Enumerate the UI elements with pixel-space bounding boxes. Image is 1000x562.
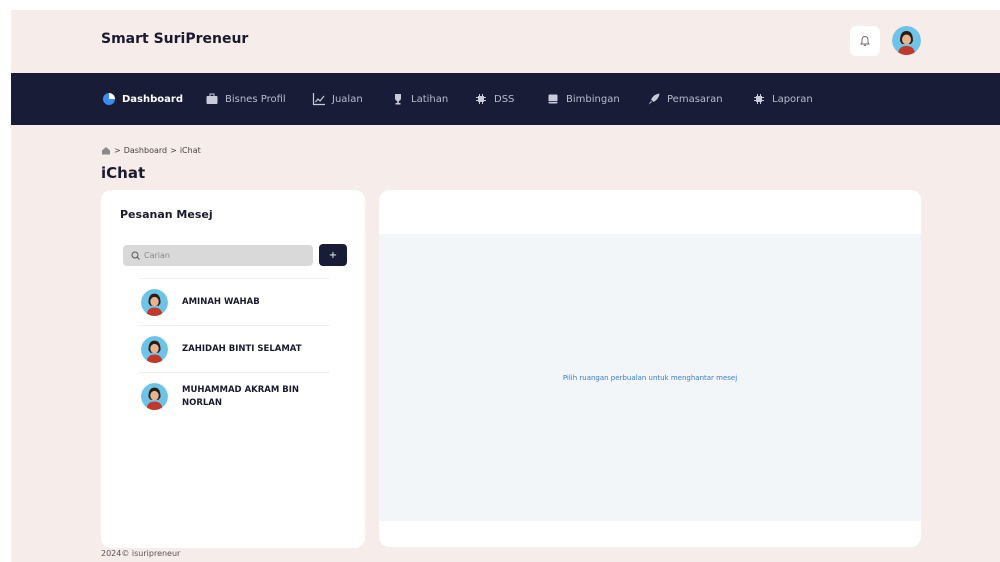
chat-message-area: Pilih ruangan perbualan untuk menghantar… — [379, 234, 921, 521]
breadcrumb-item-ichat: iChat — [179, 146, 201, 155]
notification-button[interactable] — [850, 26, 880, 56]
home-icon[interactable] — [101, 146, 111, 155]
breadcrumb-separator: > — [170, 146, 177, 155]
nav-label-bimbingan: Bimbingan — [566, 93, 620, 105]
footer-text: 2024© isuripreneur — [101, 549, 181, 558]
app-frame: Smart SuriPreneur Dashboard Bisnes Profi… — [11, 10, 1000, 562]
bell-icon — [860, 36, 870, 46]
chip-icon — [476, 94, 486, 104]
avatar — [141, 289, 168, 316]
nav-item-pemasaran[interactable]: Pemasaran — [647, 73, 723, 125]
panel-title: Pesanan Mesej — [120, 208, 213, 221]
breadcrumb-separator: > — [114, 146, 121, 155]
contact-item[interactable]: ZAHIDAH BINTI SELAMAT — [139, 325, 329, 372]
search-icon — [131, 251, 140, 260]
nav-label-latihan: Latihan — [411, 93, 449, 105]
book-icon — [548, 94, 558, 104]
search-box — [123, 245, 313, 266]
main-nav: Dashboard Bisnes Profil Jualan Latihan D… — [11, 73, 1000, 125]
contact-name: MUHAMMAD AKRAM BIN NORLAN — [182, 384, 300, 408]
line-chart-icon — [312, 93, 325, 106]
chip-icon — [754, 94, 764, 104]
top-bar: Smart SuriPreneur — [11, 10, 1000, 73]
contact-name: AMINAH WAHAB — [182, 297, 260, 307]
chat-panel: Pilih ruangan perbualan untuk menghantar… — [379, 190, 921, 547]
briefcase-icon — [206, 93, 218, 104]
app-title: Smart SuriPreneur — [101, 31, 249, 47]
nav-label-dss: DSS — [494, 93, 515, 105]
nav-item-bimbingan[interactable]: Bimbingan — [546, 73, 620, 125]
pie-chart-icon — [103, 93, 115, 105]
nav-label-dashboard: Dashboard — [122, 93, 183, 105]
message-list-panel: Pesanan Mesej + AMINAH WAHAB — [101, 190, 365, 548]
nav-item-bisnes-profil[interactable]: Bisnes Profil — [205, 73, 286, 125]
new-message-button[interactable]: + — [319, 244, 347, 266]
contact-list: AMINAH WAHAB ZAHIDAH BINTI SELAMAT MUHAM… — [139, 278, 329, 419]
nav-label-jualan: Jualan — [332, 93, 363, 105]
nav-item-dashboard[interactable]: Dashboard — [102, 73, 183, 125]
breadcrumb-item-dashboard[interactable]: Dashboard — [124, 146, 167, 155]
empty-chat-hint: Pilih ruangan perbualan untuk menghantar… — [562, 373, 738, 382]
nav-item-dss[interactable]: DSS — [474, 73, 514, 125]
nav-item-latihan[interactable]: Latihan — [391, 73, 448, 125]
trophy-icon — [395, 94, 401, 105]
nav-item-laporan[interactable]: Laporan — [752, 73, 813, 125]
contact-item[interactable]: AMINAH WAHAB — [139, 278, 329, 325]
nav-label-pemasaran: Pemasaran — [667, 93, 723, 105]
rocket-icon — [648, 93, 660, 105]
nav-label-bisnes-profil: Bisnes Profil — [225, 93, 286, 105]
search-input[interactable] — [144, 251, 304, 260]
avatar — [141, 336, 168, 363]
contact-name: ZAHIDAH BINTI SELAMAT — [182, 344, 302, 354]
breadcrumb: > Dashboard > iChat — [101, 146, 201, 155]
nav-item-jualan[interactable]: Jualan — [312, 73, 363, 125]
avatar — [141, 383, 168, 410]
page-title: iChat — [101, 164, 146, 182]
nav-label-laporan: Laporan — [772, 93, 813, 105]
contact-item[interactable]: MUHAMMAD AKRAM BIN NORLAN — [139, 372, 329, 419]
user-avatar[interactable] — [892, 26, 921, 55]
